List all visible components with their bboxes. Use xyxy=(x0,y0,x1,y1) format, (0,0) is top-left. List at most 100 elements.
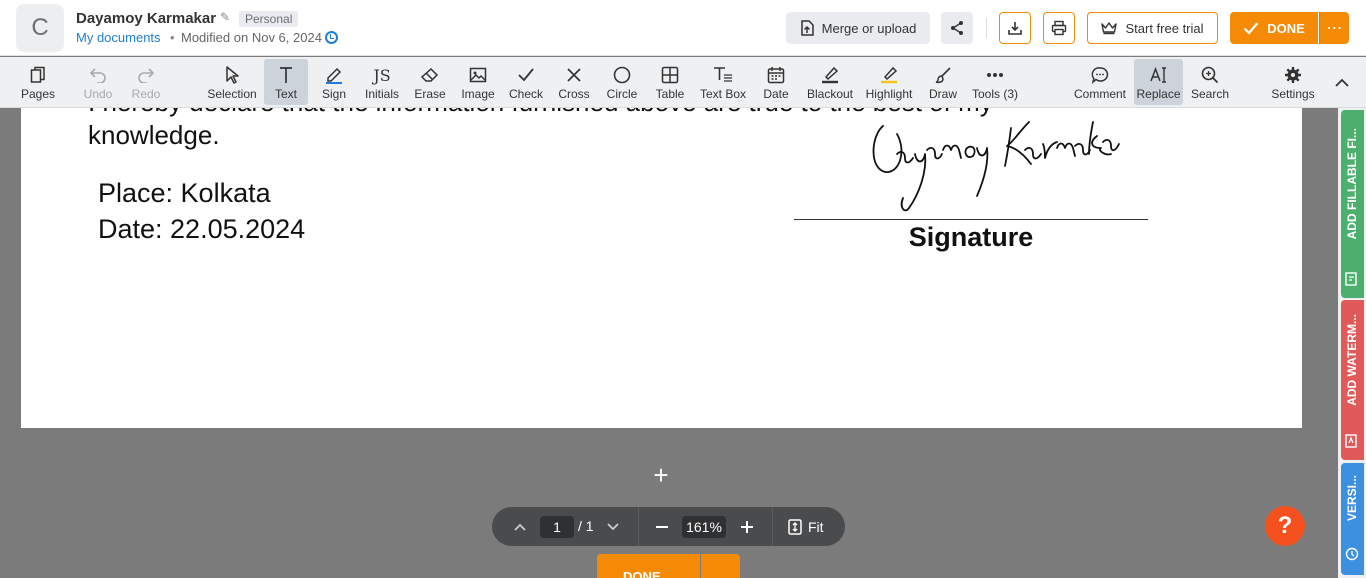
editor-toolbar: Pages Undo Redo Selection Text Sign JS I… xyxy=(0,57,1366,108)
next-page-button[interactable] xyxy=(600,507,626,546)
tool-search[interactable]: Search xyxy=(1188,59,1232,105)
tool-cross-label: Cross xyxy=(558,87,590,101)
bottom-done-button[interactable]: DONE xyxy=(597,554,700,578)
undo-icon xyxy=(89,64,107,86)
tool-check[interactable]: Check xyxy=(504,59,548,105)
tool-blackout[interactable]: Blackout xyxy=(804,59,856,105)
history-icon xyxy=(1345,547,1359,561)
signature-label[interactable]: Signature xyxy=(794,222,1148,253)
merge-upload-label: Merge or upload xyxy=(821,20,917,36)
page-number-input[interactable]: 1 xyxy=(540,516,574,538)
add-watermark-label: ADD WATERM... xyxy=(1345,314,1359,406)
tool-comment-label: Comment xyxy=(1073,87,1126,101)
tool-highlight[interactable]: Highlight xyxy=(862,59,916,105)
add-page-button[interactable]: + xyxy=(651,462,671,488)
tool-redo[interactable]: Redo xyxy=(124,59,168,105)
tool-replace-label: Replace xyxy=(1136,87,1181,101)
handwritten-signature[interactable] xyxy=(861,118,1121,218)
collapse-toolbar-button[interactable] xyxy=(1330,73,1354,93)
tool-pages[interactable]: Pages xyxy=(16,59,60,105)
cursor-icon xyxy=(225,64,239,86)
pen-sign-icon xyxy=(324,64,344,86)
zoom-level[interactable]: 161% xyxy=(682,516,726,538)
gear-icon xyxy=(1284,64,1302,86)
zoom-in-button[interactable] xyxy=(735,507,759,546)
tool-redo-label: Redo xyxy=(131,87,161,101)
merge-upload-button[interactable]: Merge or upload xyxy=(786,12,930,44)
tool-pages-label: Pages xyxy=(20,87,56,101)
done-button[interactable]: DONE xyxy=(1230,12,1318,44)
versions-tab[interactable]: VERSI... xyxy=(1341,463,1364,575)
fit-label: Fit xyxy=(808,518,824,535)
pager-divider xyxy=(638,507,639,546)
pager-divider xyxy=(772,507,773,546)
tool-initials-label: Initials xyxy=(364,87,399,101)
page-zoom-controls: 1 / 1 161% Fit xyxy=(492,507,845,546)
print-button[interactable] xyxy=(1043,12,1075,44)
my-documents-link[interactable]: My documents xyxy=(76,30,161,45)
redo-icon xyxy=(137,64,155,86)
tool-textbox[interactable]: Text Box xyxy=(698,59,748,105)
help-button[interactable]: ? xyxy=(1265,506,1305,546)
document-page[interactable]: I hereby declare that the information fu… xyxy=(21,108,1302,428)
text-t-icon xyxy=(278,64,294,86)
bottom-more-button[interactable] xyxy=(701,554,740,578)
tool-more-tools-label: Tools (3) xyxy=(971,87,1018,101)
more-options-button[interactable]: ⋯ xyxy=(1319,12,1349,44)
edit-name-icon[interactable]: ✎ xyxy=(220,10,230,24)
download-button[interactable] xyxy=(999,12,1031,44)
highlighter-icon xyxy=(879,64,899,86)
plus-icon xyxy=(741,520,753,533)
fit-page-icon xyxy=(788,518,802,535)
tool-date-label: Date xyxy=(763,87,789,101)
start-trial-button[interactable]: Start free trial xyxy=(1087,12,1218,44)
history-clock-icon[interactable] xyxy=(325,31,338,44)
watermark-icon xyxy=(1345,434,1357,448)
printer-icon xyxy=(1051,20,1067,36)
add-fillable-fields-tab[interactable]: ADD FILLABLE FI... xyxy=(1341,110,1364,298)
document-name[interactable]: Dayamoy Karmakar xyxy=(76,10,216,27)
modified-date: Modified on Nov 6, 2024 xyxy=(181,30,322,45)
place-text[interactable]: Place: Kolkata xyxy=(98,178,271,209)
tool-search-label: Search xyxy=(1190,87,1230,101)
declaration-text-continued[interactable]: knowledge. xyxy=(88,120,220,151)
tool-settings[interactable]: Settings xyxy=(1268,59,1318,105)
tool-image-label: Image xyxy=(461,87,495,101)
share-button[interactable] xyxy=(941,12,973,44)
replace-text-icon xyxy=(1149,64,1168,86)
chevron-down-icon xyxy=(607,522,619,530)
initials-icon: JS xyxy=(373,65,391,85)
tool-date[interactable]: Date xyxy=(754,59,798,105)
tool-text-label: Text xyxy=(274,87,297,101)
header-divider xyxy=(986,18,987,38)
tool-circle[interactable]: Circle xyxy=(600,59,644,105)
tool-draw[interactable]: Draw xyxy=(921,59,965,105)
tool-table-label: Table xyxy=(655,87,685,101)
tool-table[interactable]: Table xyxy=(648,59,692,105)
tool-sign[interactable]: Sign xyxy=(312,59,356,105)
tool-image[interactable]: Image xyxy=(456,59,500,105)
done-label: DONE xyxy=(1267,20,1305,36)
fit-button[interactable]: Fit xyxy=(788,507,824,546)
tool-undo-label: Undo xyxy=(83,87,113,101)
tool-undo[interactable]: Undo xyxy=(76,59,120,105)
tool-selection[interactable]: Selection xyxy=(205,59,259,105)
download-icon xyxy=(1008,22,1022,35)
tool-text[interactable]: Text xyxy=(264,59,308,105)
date-text[interactable]: Date: 22.05.2024 xyxy=(98,214,305,245)
fillable-field-icon xyxy=(1345,272,1357,286)
tool-erase[interactable]: Erase xyxy=(408,59,452,105)
tool-more-tools[interactable]: Tools (3) xyxy=(970,59,1020,105)
app-header: C Dayamoy Karmakar ✎ Personal My documen… xyxy=(0,0,1366,56)
declaration-text[interactable]: I hereby declare that the information fu… xyxy=(88,108,993,119)
search-icon xyxy=(1201,64,1219,86)
tool-comment[interactable]: Comment xyxy=(1072,59,1128,105)
add-watermark-tab[interactable]: ADD WATERM... xyxy=(1341,300,1364,460)
tool-replace[interactable]: Replace xyxy=(1134,59,1183,105)
tool-initials[interactable]: JS Initials xyxy=(360,59,404,105)
prev-page-button[interactable] xyxy=(506,507,534,546)
tool-erase-label: Erase xyxy=(414,87,446,101)
avatar[interactable]: C xyxy=(16,4,64,52)
tool-cross[interactable]: Cross xyxy=(552,59,596,105)
zoom-out-button[interactable] xyxy=(650,507,674,546)
